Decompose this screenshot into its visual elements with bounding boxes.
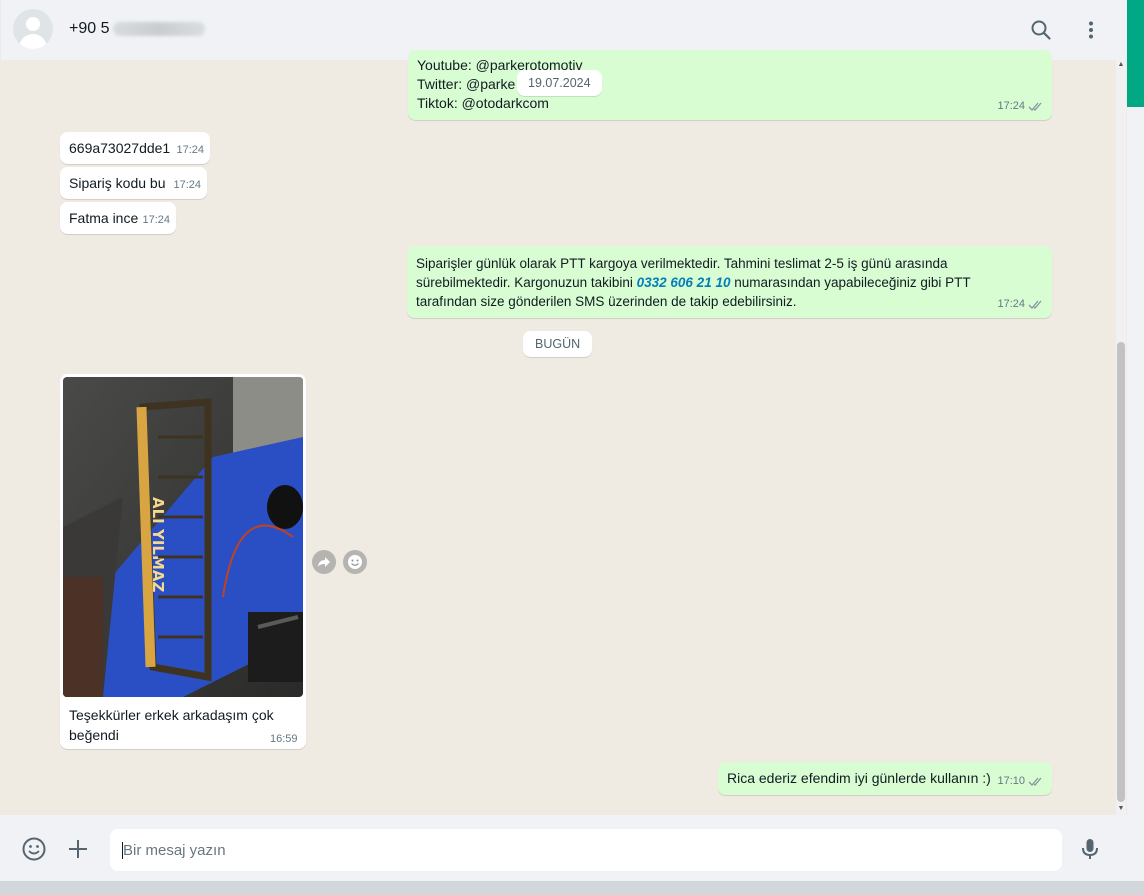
redacted-number-blur (113, 22, 206, 36)
message-meta: 17:24 (142, 211, 170, 230)
avatar-placeholder-head (26, 17, 40, 31)
kebab-menu-icon[interactable] (1079, 18, 1103, 42)
emoji-icon (348, 555, 362, 569)
message-text-line: Twitter: @parke (417, 76, 516, 92)
message-meta: 17:10 (997, 772, 1044, 791)
react-button[interactable] (343, 550, 367, 574)
message-meta: 17:24 (173, 176, 201, 195)
double-check-icon (1028, 102, 1042, 111)
side-panel-edge (1127, 0, 1144, 881)
avatar[interactable] (13, 9, 53, 49)
plate-lettering: ALI YILMAZ (149, 497, 167, 593)
message-time: 17:10 (997, 775, 1025, 787)
forward-icon (318, 557, 330, 567)
message-meta: 17:24 (997, 295, 1044, 314)
double-check-icon (1028, 777, 1042, 786)
message-time: 17:24 (997, 298, 1025, 310)
search-icon[interactable] (1029, 18, 1053, 42)
scroll-down-arrow[interactable]: ▼ (1116, 804, 1126, 814)
message-time: 17:24 (176, 144, 204, 156)
message-time: 17:24 (997, 100, 1025, 112)
message-bubble-outgoing[interactable]: Rica ederiz efendim iyi günlerde kullanı… (718, 762, 1052, 795)
contact-number-prefix: +90 5 (69, 20, 110, 37)
chat-scrollbar-thumb[interactable] (1117, 342, 1125, 802)
phone-number-link[interactable]: 0332 606 21 10 (637, 275, 731, 290)
message-bubble-outgoing[interactable]: Youtube: @parkerotomotiv Twitter: @parke… (408, 50, 1052, 120)
message-text: 669a73027dde1 (69, 140, 171, 156)
message-bubble-incoming[interactable]: Fatma ince 17:24 (60, 202, 176, 234)
message-bubble-outgoing[interactable]: Siparişler günlük olarak PTT kargoya ver… (407, 246, 1052, 318)
message-meta: 16:59 (270, 733, 298, 745)
window-bottom-edge (0, 881, 1144, 895)
floating-date-label: 19.07.2024 (517, 70, 602, 96)
text-caret (122, 842, 123, 859)
message-meta: 17:24 (997, 97, 1044, 116)
message-bubble-incoming[interactable]: 669a73027dde1 17:24 (60, 132, 210, 164)
scroll-up-arrow[interactable]: ▲ (1116, 60, 1126, 70)
photo-caption: Teşekkürler erkek arkadaşım çok beğendi (69, 707, 274, 743)
message-composer (0, 815, 1127, 881)
message-text-line: Tiktok: @otodarkcom (417, 95, 549, 111)
message-text: Rica ederiz efendim iyi günlerde kullanı… (727, 770, 991, 786)
message-input[interactable] (110, 829, 1062, 871)
message-text: Siparişler günlük olarak PTT kargoya ver… (416, 254, 1011, 311)
message-text: Fatma ince (69, 210, 139, 226)
message-time: 17:24 (142, 214, 170, 226)
message-meta: 17:24 (176, 141, 204, 160)
message-bubble-incoming[interactable]: Sipariş kodu bu 17:24 (60, 167, 207, 199)
contact-name[interactable]: +90 5 (69, 20, 206, 38)
accent-tab (1127, 0, 1144, 107)
message-time: 16:59 (270, 733, 298, 745)
date-separator: BUGÜN (523, 331, 593, 357)
double-check-icon (1028, 300, 1042, 309)
microphone-icon[interactable] (1077, 836, 1103, 862)
plus-icon[interactable] (65, 836, 91, 862)
message-time: 17:24 (173, 179, 201, 191)
emoji-icon[interactable] (21, 836, 47, 862)
message-text: Sipariş kodu bu (69, 175, 166, 191)
message-photo[interactable]: ALI YILMAZ (63, 377, 303, 697)
avatar-placeholder-body (19, 34, 47, 49)
forward-button[interactable] (312, 550, 336, 574)
chat-window: +90 5 Youtube: @parkerotomotiv Twitter: … (0, 0, 1127, 881)
